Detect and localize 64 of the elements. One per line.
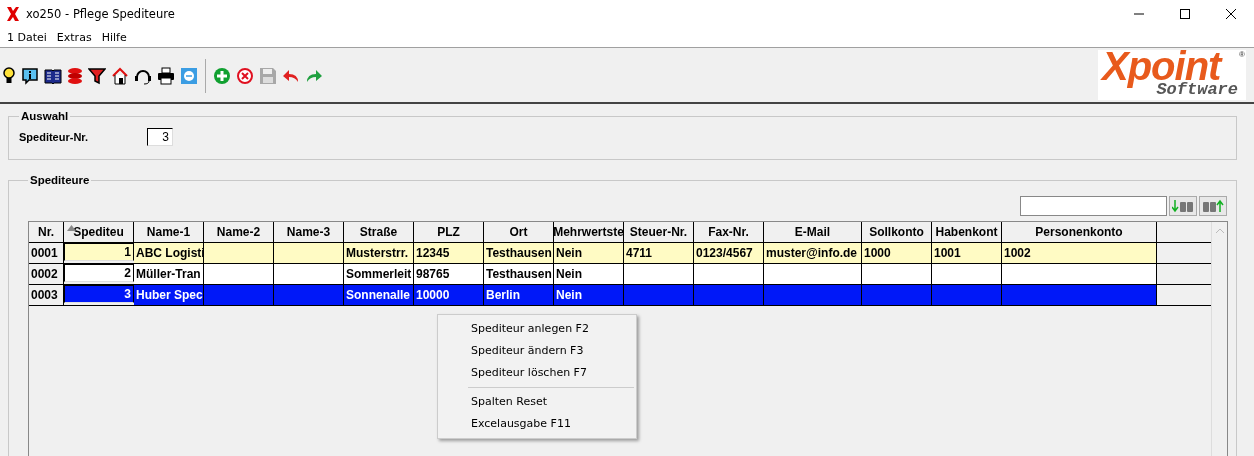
- table-row[interactable]: 0001 1 ABC Logisti Musterstrr. 12345 Testhausen Nein 4711 0123/4567 muster@info.de 1000 1001 1002: [29, 243, 1211, 264]
- table-cell: ABC Logisti: [134, 243, 204, 263]
- table-row[interactable]: 0003 3 Huber Spec Sonnenalle 10000 Berlin Nein: [29, 285, 1211, 306]
- menu-item[interactable]: 1 Datei: [2, 31, 52, 44]
- column-header[interactable]: Mehrwertste: [554, 222, 624, 242]
- find-next-button[interactable]: [1169, 196, 1197, 216]
- app-logo-icon: [6, 6, 20, 22]
- table-cell: 1000: [862, 243, 932, 263]
- company-logo: Xpoint Software ®: [1098, 50, 1246, 100]
- house-icon[interactable]: [111, 67, 129, 85]
- table-cell: 3: [64, 285, 134, 303]
- context-menu-item[interactable]: Excelausgabe F11: [438, 413, 636, 435]
- info-icon[interactable]: [21, 67, 39, 85]
- find-previous-button[interactable]: [1199, 196, 1227, 216]
- scrollbar[interactable]: [1211, 222, 1227, 456]
- table-cell: muster@info.de: [764, 243, 862, 263]
- table-cell: Nein: [554, 285, 624, 305]
- group-title: Spediteure: [29, 174, 91, 186]
- delete-icon[interactable]: [236, 67, 254, 85]
- group-title: Auswahl: [20, 110, 70, 122]
- table-cell: Sommerleit: [344, 264, 414, 284]
- printer-icon[interactable]: [157, 67, 175, 85]
- filter-icon[interactable]: [88, 67, 106, 85]
- lightbulb-icon[interactable]: [2, 67, 16, 85]
- field-label: Spediteur-Nr.: [19, 131, 90, 143]
- table-cell: Nein: [554, 264, 624, 284]
- context-menu-item[interactable]: Spediteur anlegen F2: [438, 318, 636, 340]
- context-menu-item[interactable]: Spediteur löschen F7: [438, 362, 636, 384]
- table-cell: 98765: [414, 264, 484, 284]
- table-cell: Testhausen: [484, 264, 554, 284]
- table-cell: Musterstrr.: [344, 243, 414, 263]
- table-cell: 4711: [624, 243, 694, 263]
- menu-item[interactable]: Hilfe: [96, 31, 132, 44]
- column-header[interactable]: Spediteu: [64, 222, 134, 242]
- table-cell: Nein: [554, 243, 624, 263]
- table-cell: 10000: [414, 285, 484, 305]
- table-cell: Testhausen: [484, 243, 554, 263]
- table-cell: Huber Spec: [134, 285, 204, 305]
- book-icon[interactable]: [44, 67, 62, 85]
- table-cell: 0002: [29, 264, 64, 284]
- table-cell: 1002: [1002, 243, 1157, 263]
- table-cell: Berlin: [484, 285, 554, 305]
- table-cell: 12345: [414, 243, 484, 263]
- maximize-icon[interactable]: [1179, 8, 1191, 20]
- database-icon[interactable]: [67, 67, 83, 85]
- table-cell: 2: [64, 264, 134, 282]
- add-icon[interactable]: [213, 67, 231, 85]
- table-cell: Sonnenalle: [344, 285, 414, 305]
- headset-icon[interactable]: [134, 67, 152, 85]
- context-menu-item[interactable]: Spalten Reset: [438, 391, 636, 413]
- remote-support-icon[interactable]: [180, 67, 198, 85]
- search-field[interactable]: [1020, 196, 1167, 216]
- close-icon[interactable]: [1225, 8, 1237, 20]
- window-title: xo250 - Pflege Spediteure: [26, 7, 175, 21]
- number-field[interactable]: 3: [147, 128, 173, 146]
- context-menu-item[interactable]: Spediteur ändern F3: [438, 340, 636, 362]
- table-cell: 0003: [29, 285, 64, 305]
- table-cell: Müller-Tran: [134, 264, 204, 284]
- table-row[interactable]: 0002 2 Müller-Tran Sommerleit 98765 Testhausen Nein: [29, 264, 1211, 285]
- table-cell: 1: [64, 243, 134, 261]
- table-cell: 1001: [932, 243, 1002, 263]
- table-cell: 0001: [29, 243, 64, 263]
- table-cell: 0123/4567: [694, 243, 764, 263]
- menu-item[interactable]: Extras: [51, 31, 97, 44]
